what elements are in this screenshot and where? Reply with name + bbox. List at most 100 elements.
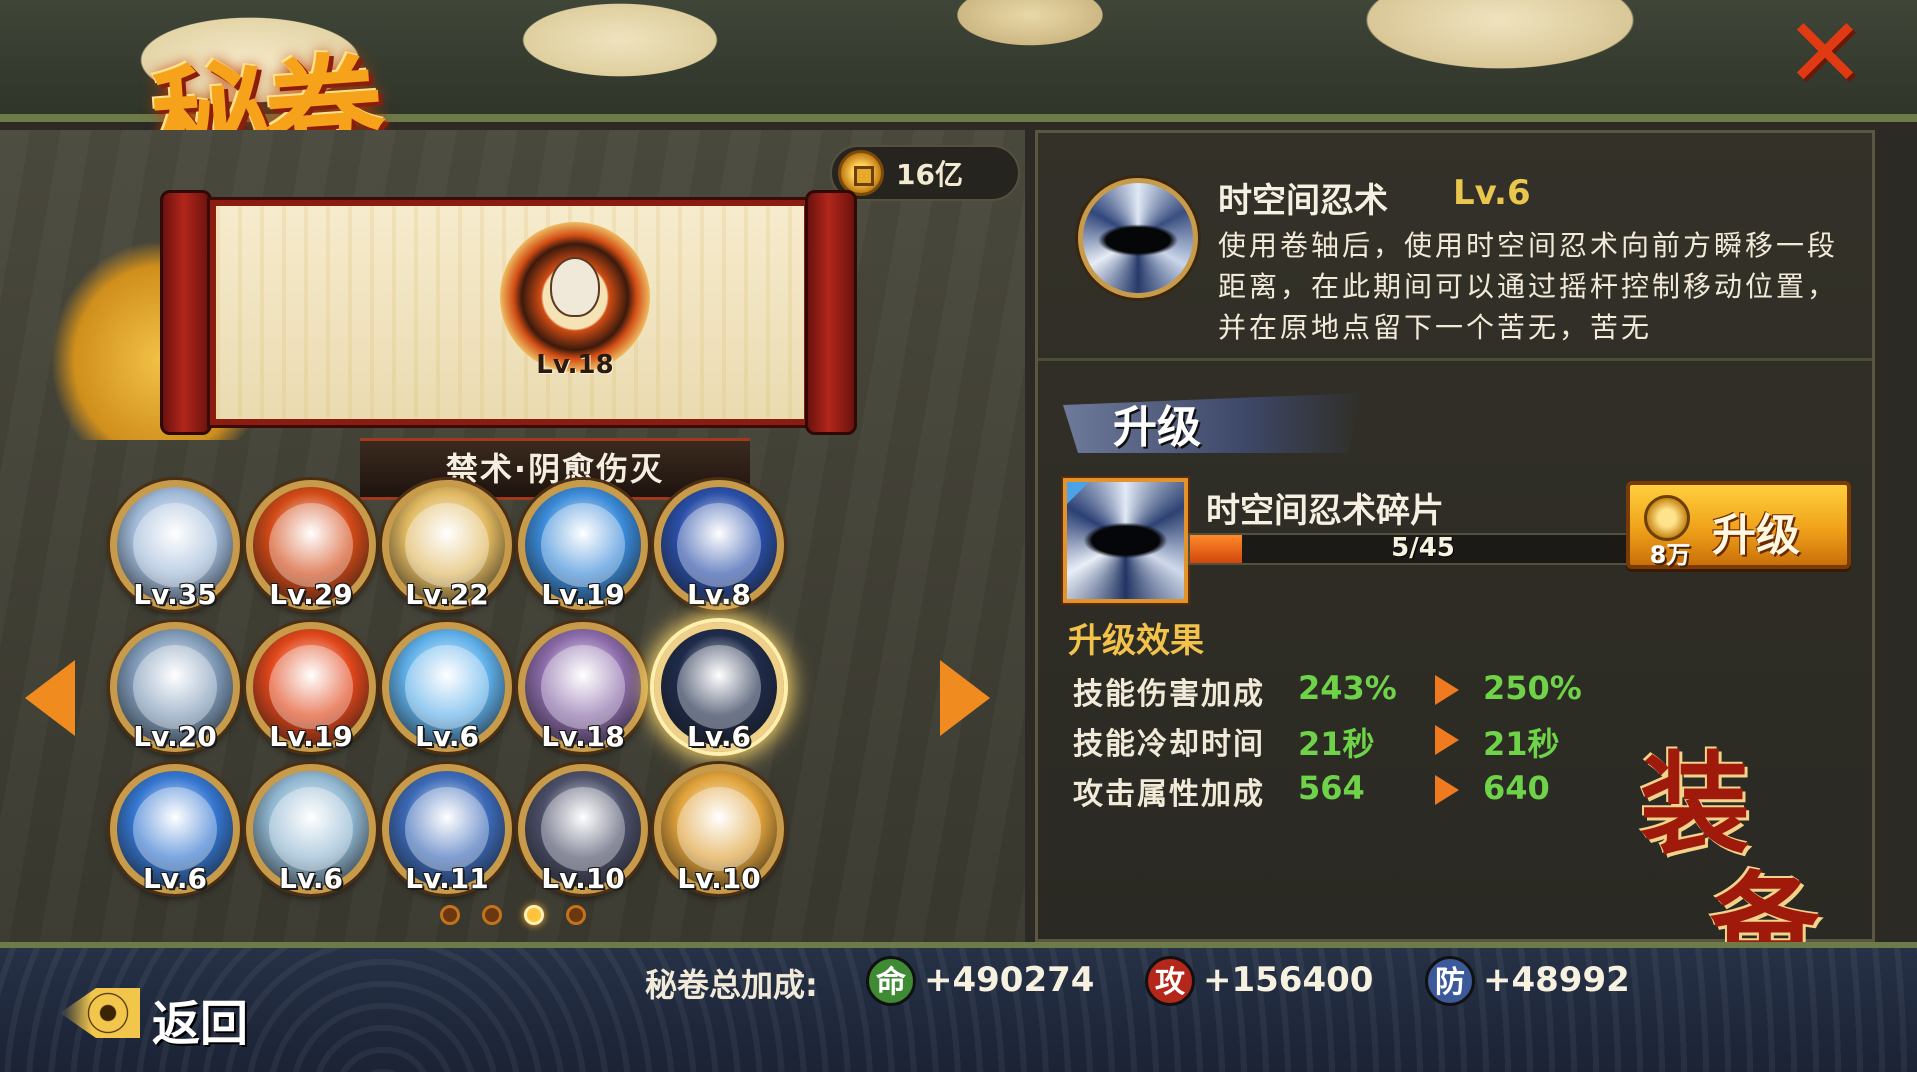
skill-slot[interactable]: Lv.22 <box>382 480 512 611</box>
effect-label: 技能伤害加成 <box>1073 677 1265 712</box>
skill-level-label: Lv.20 <box>133 720 217 753</box>
skill-name: 时空间忍术 <box>1218 181 1388 221</box>
skill-level-label: Lv.6 <box>143 862 207 895</box>
arrow-right-icon <box>1435 675 1459 705</box>
next-page-arrow-icon[interactable] <box>940 660 990 736</box>
skill-level: Lv.6 <box>1453 173 1531 213</box>
skill-description[interactable]: 使用卷轴后，使用时空间忍术向前方瞬移一段距离，在此期间可以通过摇杆控制移动位置，… <box>1218 225 1858 345</box>
back-button[interactable]: 返回 <box>60 978 280 1052</box>
skill-level-label: Lv.11 <box>405 862 489 895</box>
close-x-icon[interactable]: ✕ <box>1785 0 1865 109</box>
skill-level-label: Lv.35 <box>133 578 217 611</box>
upgrade-cost: 8万 <box>1649 541 1691 569</box>
page-dot[interactable] <box>566 905 586 925</box>
effect-before-value: 243% <box>1298 669 1397 707</box>
scroll-roller-left <box>160 190 212 435</box>
close-button[interactable]: ✕ <box>1770 5 1880 101</box>
skill-slot[interactable]: Lv.10 <box>654 764 784 895</box>
skill-level-label: Lv.6 <box>415 720 479 753</box>
skill-icon <box>269 503 353 587</box>
life-stat-badge-icon: 命 <box>866 956 916 1006</box>
skill-slot[interactable]: Lv.20 <box>110 622 240 753</box>
skill-level-label: Lv.6 <box>687 720 751 753</box>
skill-icon <box>133 645 217 729</box>
skill-icon <box>541 503 625 587</box>
skill-icon <box>541 645 625 729</box>
skill-level-label: Lv.19 <box>269 720 353 753</box>
upgrade-button-label: 升级 <box>1712 510 1800 561</box>
fragment-vortex-icon[interactable] <box>1063 478 1188 603</box>
effect-row: 技能伤害加成 243% 250% <box>1073 669 1673 712</box>
space-time-vortex-icon <box>1078 178 1198 298</box>
effect-row: 攻击属性加成 564 640 <box>1073 769 1673 812</box>
arrow-right-icon <box>1435 775 1459 805</box>
skill-slot[interactable]: Lv.6 <box>110 764 240 895</box>
arrow-right-icon <box>1435 725 1459 755</box>
skill-icon <box>133 787 217 871</box>
skill-icon <box>677 787 761 871</box>
skill-level-label: Lv.18 <box>541 720 625 753</box>
prev-page-arrow-icon[interactable] <box>25 660 75 736</box>
skill-level-label: Lv.22 <box>405 578 489 611</box>
skill-slot[interactable]: Lv.18 <box>518 622 648 753</box>
upgrade-effects-title: 升级效果 <box>1068 621 1204 661</box>
skill-slot[interactable]: Lv.19 <box>246 622 376 753</box>
character-face-icon <box>550 257 600 317</box>
skill-slot[interactable]: Lv.29 <box>246 480 376 611</box>
effect-before-value: 21秒 <box>1298 725 1375 763</box>
header-band: 秘卷 ✕ <box>0 0 1917 196</box>
skill-icon <box>541 787 625 871</box>
skill-slot[interactable]: Lv.11 <box>382 764 512 895</box>
skill-icon <box>133 503 217 587</box>
effect-after-value: 640 <box>1483 769 1550 807</box>
back-label: 返回 <box>152 996 249 1052</box>
skill-grid: Lv.35 Lv.29 Lv.22 Lv.19 Lv.8 Lv.20 Lv.19 Lv.6 Lv… <box>110 480 930 900</box>
divider <box>1038 358 1872 361</box>
upgrade-section-title: 升级 <box>1113 402 1201 453</box>
skill-slot[interactable]: Lv.6 <box>382 622 512 753</box>
life-stat-value: +490274 <box>924 960 1095 1000</box>
attack-stat-badge-icon: 攻 <box>1145 956 1195 1006</box>
skill-icon <box>677 645 761 729</box>
effect-label: 攻击属性加成 <box>1073 777 1265 812</box>
attack-stat-value: +156400 <box>1203 960 1374 1000</box>
featured-scroll-level: Lv.18 <box>536 350 614 380</box>
defense-stat-value: +48992 <box>1483 960 1630 1000</box>
skill-icon <box>269 645 353 729</box>
skill-icon <box>677 503 761 587</box>
defense-stat-badge-icon: 防 <box>1425 956 1475 1006</box>
skill-icon <box>269 787 353 871</box>
skill-slot[interactable]: Lv.6 <box>246 764 376 895</box>
skill-slot[interactable]: Lv.10 <box>518 764 648 895</box>
skill-level-label: Lv.8 <box>687 578 751 611</box>
page-dot[interactable] <box>440 905 460 925</box>
skill-level-label: Lv.10 <box>541 862 625 895</box>
skill-level-label: Lv.10 <box>677 862 761 895</box>
upgrade-button[interactable]: 8万 升级 <box>1626 481 1851 569</box>
skill-icon <box>405 503 489 587</box>
page-dot[interactable] <box>524 905 544 925</box>
skill-slot[interactable]: Lv.8 <box>654 480 784 611</box>
page-indicator <box>440 905 586 925</box>
skill-level-label: Lv.6 <box>279 862 343 895</box>
back-arrow-icon <box>60 988 140 1038</box>
featured-scroll[interactable]: Lv.18 禁术·阴愈伤灭 <box>50 180 950 500</box>
total-bonus-label: 秘卷总加成: <box>645 966 818 1004</box>
skill-icon <box>405 787 489 871</box>
equip-label-line1: 装 <box>1640 740 1750 869</box>
fragment-name: 时空间忍术碎片 <box>1206 491 1444 531</box>
effect-after-value: 250% <box>1483 669 1582 707</box>
skill-slot[interactable]: Lv.19 <box>518 480 648 611</box>
effect-before-value: 564 <box>1298 769 1365 807</box>
page-dot[interactable] <box>482 905 502 925</box>
effect-after-value: 21秒 <box>1483 725 1560 763</box>
skill-slot[interactable]: Lv.6 <box>654 622 784 753</box>
fragment-progress-text: 5/45 <box>1391 533 1455 563</box>
skill-icon <box>405 645 489 729</box>
scroll-roller-right <box>805 190 857 435</box>
effect-row: 技能冷却时间 21秒 21秒 <box>1073 719 1673 763</box>
skill-level-label: Lv.19 <box>541 578 625 611</box>
effect-label: 技能冷却时间 <box>1073 727 1265 762</box>
upgrade-banner-decoration <box>1063 393 1363 453</box>
skill-slot[interactable]: Lv.35 <box>110 480 240 611</box>
